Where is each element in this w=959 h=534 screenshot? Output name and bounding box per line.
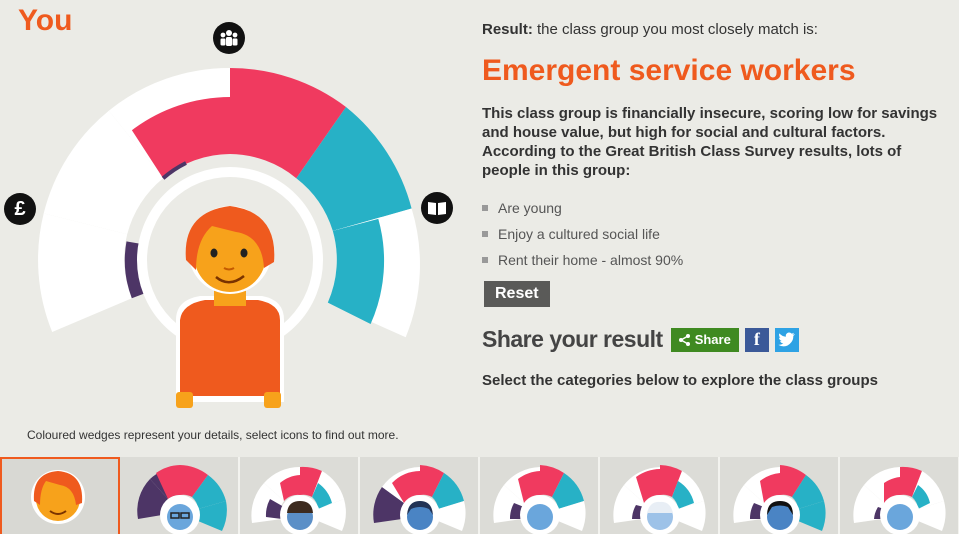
- reset-button[interactable]: Reset: [484, 281, 550, 307]
- class-group-title: Emergent service workers: [482, 54, 856, 87]
- class-group-4-thumb[interactable]: [480, 457, 600, 534]
- you-avatar-icon: [31, 470, 85, 524]
- class-group-7-thumb[interactable]: [840, 457, 959, 534]
- bullet-icon: [482, 205, 488, 211]
- class-group-6-thumb[interactable]: [720, 457, 840, 534]
- class-group-1-thumb[interactable]: [120, 457, 240, 534]
- share-title: Share your result: [482, 326, 663, 352]
- class-group-description: This class group is financially insecure…: [482, 105, 938, 179]
- class-wheel-icon: [373, 465, 466, 534]
- class-wheel-icon: [853, 466, 946, 534]
- wheel-caption: Coloured wedges represent your details, …: [27, 428, 399, 442]
- traits-list: Are young Enjoy a cultured social life R…: [482, 195, 683, 273]
- list-item: Rent their home - almost 90%: [482, 247, 683, 273]
- wedge-cultural-lower[interactable]: [327, 218, 385, 324]
- trait-text: Enjoy a cultured social life: [498, 226, 660, 242]
- avatar: [176, 206, 284, 408]
- class-group-3-thumb[interactable]: [360, 457, 480, 534]
- share-icon: [678, 333, 690, 346]
- open-book-icon[interactable]: [421, 192, 453, 224]
- class-wheel-icon: [137, 465, 227, 534]
- result-intro-text: the class group you most closely match i…: [532, 21, 818, 38]
- list-item: Enjoy a cultured social life: [482, 221, 683, 247]
- you-thumb[interactable]: [0, 457, 120, 534]
- twitter-icon[interactable]: [774, 327, 799, 352]
- class-group-thumbnails: [0, 457, 959, 534]
- trait-text: Rent their home - almost 90%: [498, 252, 684, 268]
- pound-sign-icon[interactable]: £: [4, 193, 36, 225]
- class-group-5-thumb[interactable]: [600, 457, 720, 534]
- explore-instructions: Select the categories below to explore t…: [482, 372, 878, 389]
- result-intro: Result: the class group you most closely…: [482, 21, 818, 38]
- class-wheel-icon: [613, 465, 706, 534]
- facebook-icon[interactable]: f: [744, 327, 769, 352]
- bullet-icon: [482, 231, 488, 237]
- share-row: Share your result Share f: [482, 326, 805, 353]
- trait-text: Are young: [498, 200, 562, 216]
- class-wheel-icon: [493, 465, 586, 534]
- class-wheel-icon: [733, 465, 826, 534]
- class-group-2-thumb[interactable]: [240, 457, 360, 534]
- result-prefix: Result:: [482, 21, 533, 38]
- bullet-icon: [482, 257, 488, 263]
- class-wheel-chart: [38, 67, 420, 408]
- share-button-label: Share: [694, 332, 731, 347]
- list-item: Are young: [482, 195, 683, 221]
- people-group-icon[interactable]: [213, 22, 245, 54]
- share-button[interactable]: Share: [670, 327, 739, 352]
- class-wheel-icon: [251, 466, 346, 534]
